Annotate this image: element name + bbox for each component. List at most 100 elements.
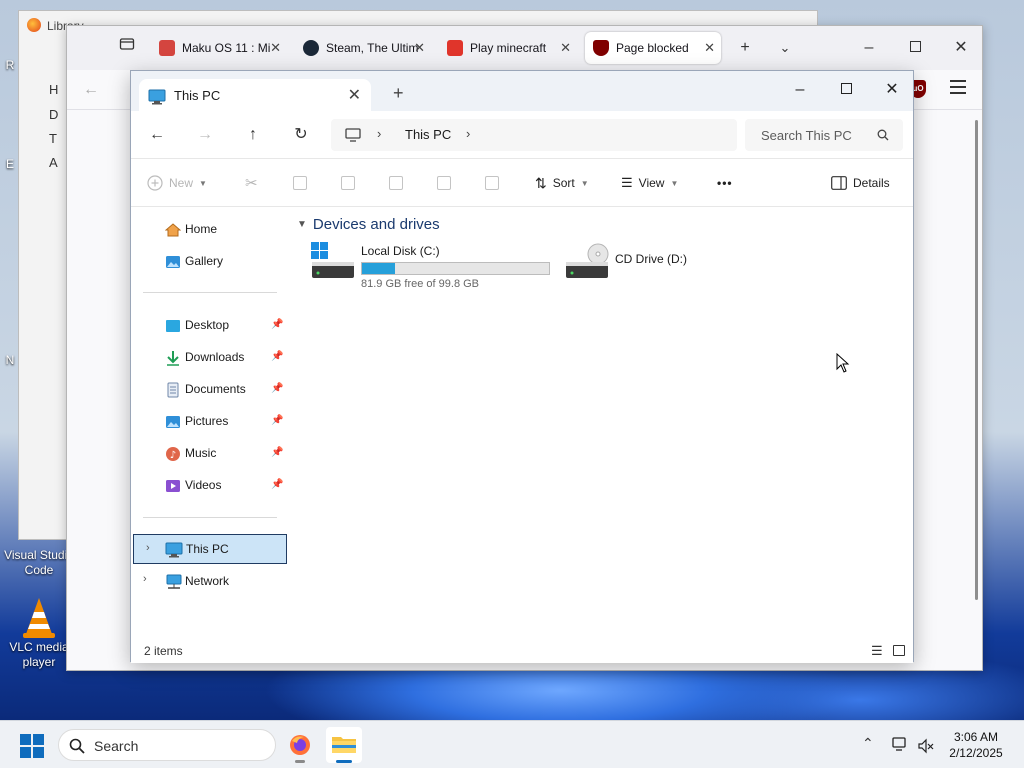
tab-favicon-icon: [159, 40, 175, 56]
share-button[interactable]: [437, 173, 451, 193]
browser-tab[interactable]: Maku OS 11 : Mi ✕: [151, 32, 287, 64]
maximize-icon[interactable]: [903, 36, 927, 60]
back-icon[interactable]: ←: [145, 123, 169, 147]
tiles-view-icon[interactable]: [893, 645, 905, 656]
pin-icon[interactable]: 📌: [271, 479, 283, 490]
running-indicator: [336, 760, 352, 763]
browser-tab-label: Maku OS 11 : Mi: [182, 41, 271, 55]
taskbar-clock[interactable]: 3:06 AM 2/12/2025: [940, 729, 1012, 761]
sidebar-item-network[interactable]: › Network: [131, 566, 287, 596]
refresh-icon[interactable]: ↻: [289, 123, 313, 147]
devices-and-drives-group[interactable]: ▼ Devices and drives: [297, 216, 440, 233]
taskbar: Search ⌃ 3:06 AM 2/12/2025: [0, 720, 1024, 768]
library-side-letter: A: [49, 155, 58, 170]
browser-tab[interactable]: Steam, The Ultim ✕: [295, 32, 431, 64]
close-tab-icon[interactable]: ✕: [414, 40, 425, 56]
close-tab-icon[interactable]: ✕: [348, 85, 361, 105]
sidebar-item-desktop[interactable]: Desktop 📌: [131, 310, 287, 340]
drive-free-space: 81.9 GB free of 99.8 GB: [361, 278, 480, 290]
sort-icon: ⇅: [535, 174, 547, 191]
back-icon[interactable]: ←: [79, 78, 103, 102]
copy-button[interactable]: [293, 173, 307, 193]
file-explorer-window[interactable]: This PC ✕ + – ✕ ← → ↑ ↻ › This PC › Sear…: [130, 70, 915, 663]
browser-tab[interactable]: Play minecraft ✕: [439, 32, 577, 64]
list-tabs-icon[interactable]: ⌄: [773, 36, 797, 60]
sort-button[interactable]: ⇅ Sort ▼: [535, 173, 589, 193]
minimize-icon[interactable]: –: [857, 36, 881, 60]
network-status-icon[interactable]: [892, 737, 910, 753]
browser-scrollbar[interactable]: [975, 120, 978, 600]
details-view-icon[interactable]: ☰: [871, 643, 883, 659]
sidebar-item-videos[interactable]: Videos 📌: [131, 470, 287, 500]
drive-cd-d[interactable]: CD Drive (D:): [565, 242, 715, 288]
search-input[interactable]: [745, 119, 875, 151]
view-button[interactable]: ☰ View ▼: [621, 173, 678, 193]
close-tab-icon[interactable]: ✕: [560, 40, 571, 56]
group-title: Devices and drives: [312, 216, 440, 233]
drive-name: Local Disk (C:): [361, 244, 440, 258]
see-more-button[interactable]: •••: [717, 173, 733, 193]
delete-button[interactable]: [485, 173, 499, 193]
chevron-right-icon[interactable]: ›: [143, 573, 147, 585]
paste-button[interactable]: [341, 173, 355, 193]
browser-tab-active[interactable]: Page blocked ✕: [585, 32, 721, 64]
new-tab-icon[interactable]: +: [393, 83, 404, 104]
taskbar-search[interactable]: Search: [58, 729, 276, 761]
sidebar-item-downloads[interactable]: Downloads 📌: [131, 342, 287, 372]
search-box[interactable]: [745, 119, 903, 151]
sidebar-item-documents[interactable]: Documents 📌: [131, 374, 287, 404]
maximize-icon[interactable]: [823, 75, 869, 105]
details-button[interactable]: Details: [831, 173, 890, 193]
rename-button[interactable]: [389, 173, 403, 193]
item-count: 2 items: [144, 644, 183, 658]
browser-tab-label: Page blocked: [616, 41, 689, 55]
explorer-tab[interactable]: This PC ✕: [139, 79, 371, 111]
forward-icon[interactable]: →: [193, 123, 217, 147]
chevron-right-icon[interactable]: ›: [377, 126, 381, 141]
taskbar-firefox[interactable]: [282, 727, 318, 763]
drive-local-disk-c[interactable]: Local Disk (C:) 81.9 GB free of 99.8 GB: [311, 242, 551, 290]
sidebar-item-label: Music: [185, 446, 217, 460]
taskbar-file-explorer[interactable]: [326, 727, 362, 763]
music-icon: ♪: [165, 446, 181, 462]
minimize-icon[interactable]: –: [777, 75, 823, 105]
monitor-icon: [345, 128, 361, 145]
firefox-view-icon[interactable]: [115, 36, 139, 60]
sidebar-item-pictures[interactable]: Pictures 📌: [131, 406, 287, 436]
cut-button[interactable]: ✂: [245, 173, 258, 193]
breadcrumb-this-pc[interactable]: This PC: [405, 127, 451, 142]
sidebar-item-this-pc[interactable]: › This PC: [133, 534, 287, 564]
chevron-up-icon[interactable]: ⌃: [862, 735, 874, 752]
sidebar-item-music[interactable]: ♪ Music 📌: [131, 438, 287, 468]
sidebar-item-gallery[interactable]: Gallery: [131, 246, 287, 276]
sort-button-label: Sort: [552, 176, 575, 190]
pin-icon[interactable]: 📌: [271, 383, 283, 394]
sidebar-item-home[interactable]: Home: [131, 214, 287, 244]
sidebar-item-label: Gallery: [185, 254, 224, 268]
pin-icon[interactable]: 📌: [271, 351, 283, 362]
pin-icon[interactable]: 📌: [271, 415, 283, 426]
search-icon: [877, 129, 889, 144]
windows-logo-tile: [33, 734, 44, 745]
start-button[interactable]: [20, 734, 44, 758]
new-button[interactable]: New ▼: [147, 173, 207, 193]
windows-logo-tile: [33, 747, 44, 758]
chevron-right-icon[interactable]: ›: [466, 126, 470, 141]
volume-muted-icon[interactable]: [918, 738, 934, 754]
firefox-icon: [290, 735, 310, 755]
pin-icon[interactable]: 📌: [271, 447, 283, 458]
close-tab-icon[interactable]: ✕: [704, 40, 715, 56]
close-window-icon[interactable]: ✕: [869, 75, 915, 105]
chevron-right-icon[interactable]: ›: [146, 542, 150, 554]
address-bar[interactable]: › This PC ›: [331, 119, 737, 151]
new-tab-icon[interactable]: +: [733, 36, 757, 60]
close-window-icon[interactable]: ✕: [949, 36, 973, 60]
pin-icon[interactable]: 📌: [271, 319, 283, 330]
firefox-icon: [27, 18, 41, 32]
up-icon[interactable]: ↑: [241, 123, 265, 147]
close-tab-icon[interactable]: ✕: [270, 40, 281, 56]
pictures-icon: [165, 414, 181, 430]
desktop-icon-vlc[interactable]: VLC media player: [4, 596, 74, 670]
desktop-icon-vscode[interactable]: Visual Studio Code: [4, 548, 74, 578]
menu-icon[interactable]: [950, 80, 966, 94]
